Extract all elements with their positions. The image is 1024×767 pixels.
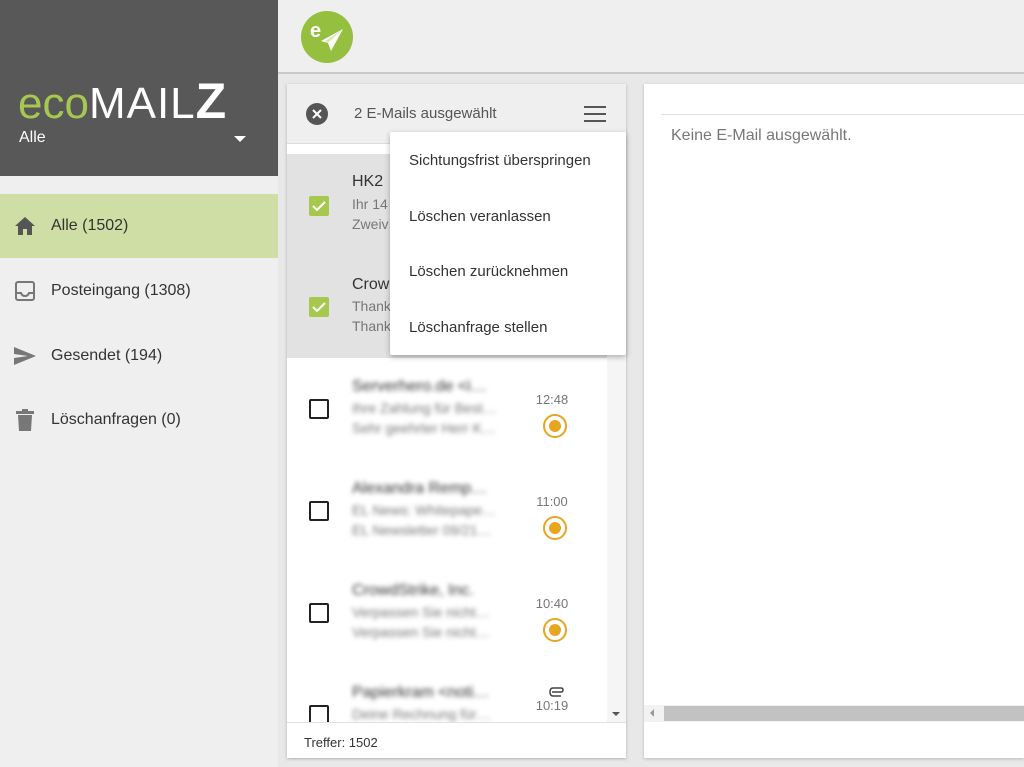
scrollbar-thumb[interactable]	[664, 706, 1024, 721]
result-count: Treffer: 1502	[304, 735, 378, 750]
sidebar: ecoMAILZ Alle Alle (1502) Posteingang (1…	[0, 0, 278, 767]
action-menu: Sichtungsfrist überspringen Löschen vera…	[390, 132, 626, 355]
email-row[interactable]: CrowdStrike, Inc. Verpassen Sie nicht… V…	[287, 562, 607, 664]
email-checkbox[interactable]	[309, 196, 329, 216]
divider	[661, 114, 1024, 115]
email-checkbox[interactable]	[309, 297, 329, 317]
email-preview: EL Newsletter 09/21…	[352, 522, 492, 538]
app-logo-icon: e	[301, 11, 353, 63]
sidebar-item-loeschanfragen[interactable]: Löschanfragen (0)	[0, 388, 278, 452]
no-email-selected-text: Keine E-Mail ausgewählt.	[671, 127, 852, 144]
chevron-down-icon[interactable]	[234, 136, 246, 142]
send-icon	[13, 344, 37, 368]
email-row[interactable]: Alexandra Remp… EL News: Whitepape… EL N…	[287, 460, 607, 562]
email-checkbox[interactable]	[309, 603, 329, 623]
hamburger-menu-icon[interactable]	[584, 105, 606, 123]
scroll-down-arrow-icon[interactable]	[612, 712, 620, 716]
sidebar-item-posteingang[interactable]: Posteingang (1308)	[0, 259, 278, 323]
menu-item-undo-deletion[interactable]: Löschen zurücknehmen	[390, 243, 626, 299]
email-preview: Verpassen Sie nicht…	[352, 624, 490, 640]
sidebar-item-label: Löschanfragen (0)	[51, 411, 181, 428]
trash-icon	[13, 408, 37, 432]
email-time: 11:00	[536, 494, 568, 509]
unread-status-icon	[543, 516, 567, 540]
email-row[interactable]: Serverhero.de <i… Ihre Zahlung für Best……	[287, 358, 607, 460]
unread-status-icon	[543, 414, 567, 438]
email-subject: Deine Rechnung für…	[352, 706, 491, 722]
email-checkbox[interactable]	[309, 501, 329, 521]
email-subject: Ihre Zahlung für Best…	[352, 400, 497, 416]
account-selector-label[interactable]: Alle	[19, 129, 46, 147]
unread-status-icon	[543, 618, 567, 642]
menu-item-file-deletion-request[interactable]: Löschanfrage stellen	[390, 299, 626, 355]
email-sender: Alexandra Remp…	[352, 480, 488, 497]
horizontal-scrollbar[interactable]	[644, 705, 1024, 722]
close-icon[interactable]	[306, 103, 328, 125]
email-preview: Sehr geehrter Herr K…	[352, 420, 496, 436]
home-icon	[13, 214, 37, 238]
sidebar-item-label: Posteingang (1308)	[51, 282, 191, 299]
menu-item-request-deletion[interactable]: Löschen veranlassen	[390, 188, 626, 244]
menu-item-skip-review-period[interactable]: Sichtungsfrist überspringen	[390, 132, 626, 188]
sidebar-item-gesendet[interactable]: Gesendet (194)	[0, 324, 278, 388]
inbox-icon	[13, 279, 37, 303]
ecomailz-logo: ecoMAILZ	[18, 73, 227, 129]
email-checkbox[interactable]	[309, 399, 329, 419]
email-sender: Serverhero.de <i…	[352, 378, 487, 395]
top-bar	[278, 0, 1024, 74]
scroll-left-arrow-icon[interactable]	[650, 709, 654, 717]
email-time: 10:19	[535, 698, 569, 713]
sidebar-item-alle[interactable]: Alle (1502)	[0, 194, 278, 258]
selection-count: 2 E-Mails ausgewählt	[354, 105, 497, 122]
sidebar-item-label: Gesendet (194)	[51, 347, 163, 364]
brand-header: ecoMAILZ Alle	[0, 0, 278, 176]
svg-text:e: e	[310, 20, 321, 42]
email-time: 12:48	[535, 392, 569, 407]
email-preview-panel: Keine E-Mail ausgewählt.	[644, 84, 1024, 758]
sidebar-item-label: Alle (1502)	[51, 217, 129, 234]
email-subject: EL News: Whitepape…	[352, 502, 497, 518]
email-subject: Verpassen Sie nicht…	[352, 604, 490, 620]
email-sender: Papierkram <noti…	[352, 684, 490, 701]
list-footer: Treffer: 1502	[287, 722, 626, 758]
email-sender: CrowdStrike, Inc.	[352, 582, 474, 599]
email-time: 10:40	[535, 596, 569, 611]
